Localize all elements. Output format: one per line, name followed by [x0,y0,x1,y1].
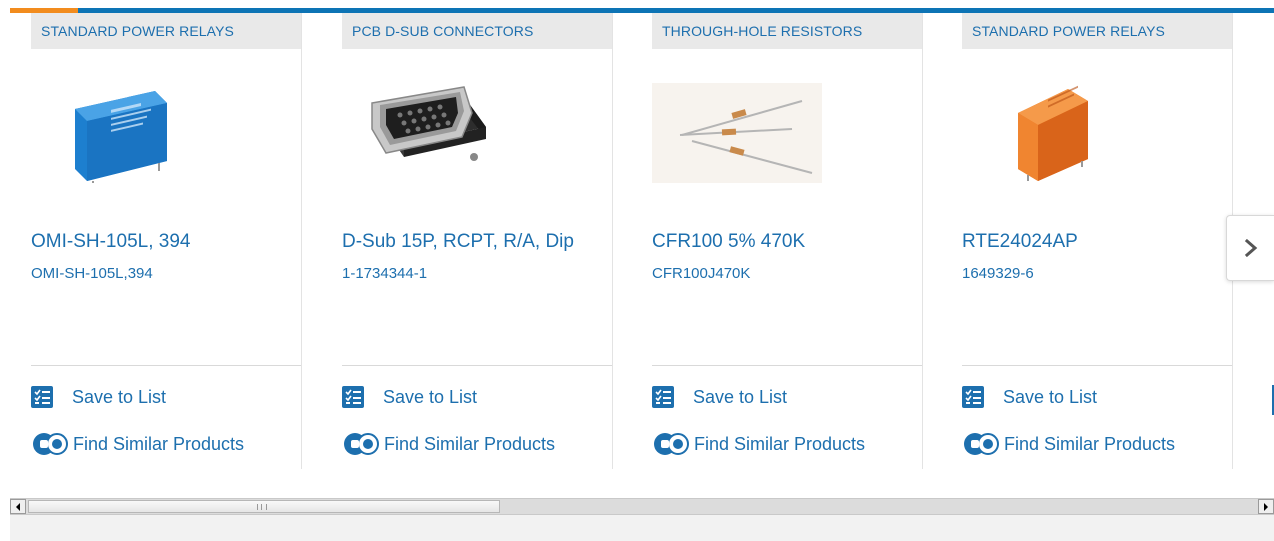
category-label[interactable]: STANDARD POWER RELAYS [962,13,1232,49]
find-similar-icon [964,433,999,455]
find-similar-icon [33,433,68,455]
checklist-icon [652,386,674,408]
divider [962,365,1232,366]
checklist-icon [962,386,984,408]
category-label[interactable]: THROUGH-HOLE RESISTORS [652,13,922,49]
product-image[interactable] [364,83,534,183]
part-number[interactable]: CFR100J470K [652,265,750,282]
find-label: Find Similar Products [384,433,556,454]
find-label: Find Similar Products [1004,433,1176,454]
find-similar-button[interactable]: Find Similar Products [652,431,865,457]
divider [31,365,301,366]
product-card: THROUGH-HOLE RESISTORS CFR100 5% 470K CF… [652,13,923,469]
category-label[interactable]: PCB D-SUB CONNECTORS [342,13,612,49]
find-label: Find Similar Products [73,433,245,454]
category-label[interactable]: STANDARD POWER RELAYS [31,13,301,49]
chevron-right-icon [1244,239,1257,257]
find-label: Find Similar Products [694,433,866,454]
save-label: Save to List [1003,386,1098,407]
arrow-right-icon [1264,502,1268,511]
part-number[interactable]: OMI-SH-105L,394 [31,265,153,282]
save-label: Save to List [693,386,788,407]
horizontal-scrollbar[interactable] [10,498,1274,515]
product-card: STANDARD POWER RELAYS OMI-SH-105L, 394 O… [31,13,302,469]
find-similar-button[interactable]: Find Similar Products [962,431,1175,457]
checklist-icon [31,386,53,408]
find-similar-button[interactable]: Find Similar Products [31,431,244,457]
product-title[interactable]: RTE24024AP [962,231,1078,253]
scroll-right-button[interactable] [1258,499,1274,514]
product-image[interactable] [652,83,822,183]
product-title[interactable]: OMI-SH-105L, 394 [31,231,190,253]
scrollbar-thumb[interactable] [28,500,500,513]
arrow-left-icon [16,502,20,511]
part-number[interactable]: 1-1734344-1 [342,265,427,282]
find-similar-button[interactable]: Find Similar Products [342,431,555,457]
part-number[interactable]: 1649329-6 [962,265,1034,282]
save-to-list-button[interactable]: Save to List [652,386,787,408]
find-similar-icon [344,433,379,455]
grip-icon [257,504,267,510]
save-label: Save to List [383,386,478,407]
product-card: STANDARD POWER RELAYS RTE24024AP 1649329… [962,13,1233,469]
divider [342,365,612,366]
carousel-next-button[interactable] [1226,215,1274,281]
product-card: PCB D-SUB CONNECTORS D-Sub 15P, RCPT, R/… [342,13,613,469]
save-label: Save to List [72,386,167,407]
scroll-left-button[interactable] [10,499,26,514]
checklist-icon [342,386,364,408]
save-to-list-button[interactable]: Save to List [962,386,1097,408]
divider [652,365,922,366]
save-to-list-button[interactable]: Save to List [31,386,166,408]
product-title[interactable]: D-Sub 15P, RCPT, R/A, Dip [342,231,574,253]
product-image[interactable] [63,83,233,183]
product-image[interactable] [998,83,1168,183]
product-carousel: STANDARD POWER RELAYS OMI-SH-105L, 394 O… [10,13,1274,483]
save-to-list-button[interactable]: Save to List [342,386,477,408]
bottom-panel [10,515,1274,541]
product-title[interactable]: CFR100 5% 470K [652,231,805,253]
find-similar-icon [654,433,689,455]
